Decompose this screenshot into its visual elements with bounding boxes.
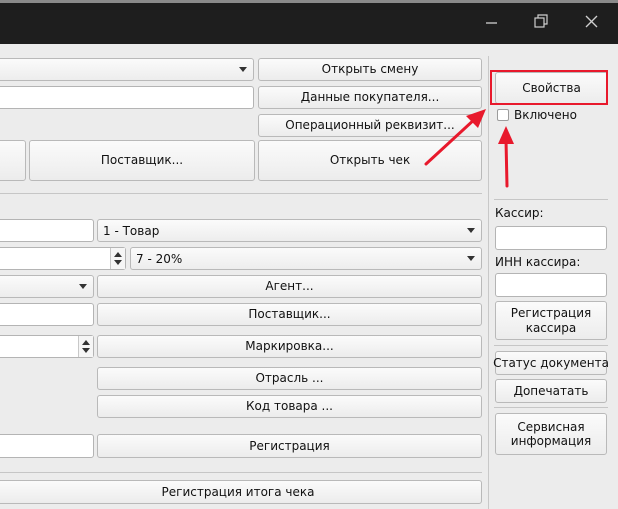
arrow-to-properties [424, 116, 478, 166]
annotation-arrows [424, 109, 514, 188]
arrowhead-enabled [498, 126, 514, 144]
arrow-to-enabled [504, 138, 509, 188]
